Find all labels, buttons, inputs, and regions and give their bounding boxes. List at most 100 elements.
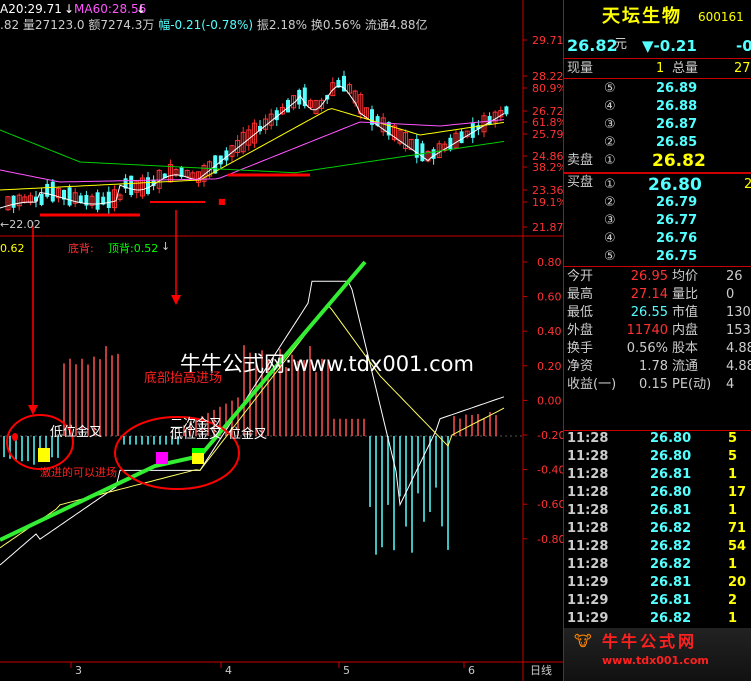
volume-row: 现量 1 总量 271 <box>567 61 751 76</box>
buy-order-row: ④ 26.76 <box>564 230 751 248</box>
tick-time: 11:29 <box>567 611 609 626</box>
tick-volume: 5 <box>728 431 738 446</box>
price-axis-label: 19.1% <box>532 196 563 209</box>
order-price: 26.89 <box>656 81 698 96</box>
order-price: 26.80 <box>648 175 702 195</box>
order-level: ② <box>604 135 616 150</box>
stat-label: 内盘 <box>672 323 699 338</box>
stat-value: 130.9 <box>726 305 751 320</box>
stat-amplitude: 振2.18% <box>256 18 308 32</box>
candle-body <box>39 193 44 206</box>
tick-time: 11:28 <box>567 521 609 536</box>
tick-volume: 1 <box>728 503 738 518</box>
stat-label: 股本 <box>672 341 699 356</box>
candle-body <box>129 175 134 196</box>
order-level: ② <box>604 195 616 210</box>
tick-price: 26.81 <box>650 593 692 608</box>
stat-price: .82 <box>0 18 20 32</box>
candle-body <box>106 191 111 208</box>
candle-body <box>431 149 436 159</box>
order-level: ③ <box>604 117 616 132</box>
stats-row: 最低 26.55 市值 130.9 <box>564 304 751 322</box>
stock-name: 天坛生物 <box>602 6 682 27</box>
order-level: ⑤ <box>604 81 616 96</box>
stat-value: 26.55 <box>630 305 668 320</box>
tick-row[interactable]: 11:28 26.81 1 <box>564 502 751 520</box>
stat-label: 最高 <box>567 287 594 302</box>
stat-label: 今开 <box>567 269 594 284</box>
stat-label: 外盘 <box>567 323 594 338</box>
divider <box>564 172 751 174</box>
tick-row[interactable]: 11:28 26.80 5 <box>564 448 751 466</box>
ma20-label: A20:29.71 <box>0 2 62 16</box>
stats-row: 最高 27.14 量比 0 <box>564 286 751 304</box>
tick-time: 11:29 <box>567 575 609 590</box>
tick-volume: 1 <box>728 467 738 482</box>
down-arrow-icon: ↓ <box>64 2 75 16</box>
current-price: 26.82 <box>567 36 618 55</box>
tick-time: 11:28 <box>567 557 609 572</box>
tick-time: 11:28 <box>567 539 609 554</box>
price-axis-label: 21.87 <box>532 221 563 234</box>
watermark-text: 牛牛公式网:www.tdx001.com <box>180 352 474 376</box>
low-marker: ←22.02 <box>0 218 41 231</box>
stat-turnover: 换0.56% <box>310 18 361 32</box>
stat-float-mv: 流通4.88亿 <box>364 18 428 32</box>
bottom-divergence-label: 底背: <box>68 242 94 255</box>
tick-row[interactable]: 11:29 26.81 20 <box>564 574 751 592</box>
logo-area: 🐮 牛牛公式网 www.tdx001.com <box>564 628 751 681</box>
indicator-axis-label: 0.80 <box>537 256 562 269</box>
tick-price: 26.81 <box>650 467 692 482</box>
indicator-axis-label: 0.20 <box>537 360 562 373</box>
down-arrow-icon-2: ↓ <box>136 2 147 16</box>
kline-chart-area[interactable]: 29.7128.2280.9%26.7261.8%25.7924.8638.2%… <box>0 0 563 681</box>
tick-row[interactable]: 11:28 26.80 5 <box>564 430 751 448</box>
order-price: 26.87 <box>656 117 698 132</box>
indicator-axis-label: -0.40 <box>537 464 563 477</box>
tick-row[interactable]: 11:29 26.81 2 <box>564 592 751 610</box>
buy-order-row: ① 26.80 2 <box>564 176 751 194</box>
buy-order-row: ② 26.79 <box>564 194 751 212</box>
price-axis-label: 29.71 <box>532 34 563 47</box>
time-axis-label: 3 <box>75 664 82 677</box>
stat-value: 4.88 <box>726 341 751 356</box>
order-price: 26.76 <box>656 231 698 246</box>
stat-value: 153 <box>726 323 751 338</box>
order-price: 26.85 <box>656 135 698 150</box>
tick-row[interactable]: 11:29 26.82 1 <box>564 610 751 628</box>
tick-time: 11:29 <box>567 593 609 608</box>
tick-volume: 54 <box>728 539 747 554</box>
tick-time: 11:28 <box>567 485 609 500</box>
tick-price: 26.80 <box>650 449 692 464</box>
tick-row[interactable]: 11:28 26.82 54 <box>564 538 751 556</box>
signal-marker-yellow <box>38 448 50 462</box>
kline-chart[interactable]: 29.7128.2280.9%26.7261.8%25.7924.8638.2%… <box>0 0 563 681</box>
ma10-line <box>0 108 505 191</box>
buy-order-row: ③ 26.77 <box>564 212 751 230</box>
stat-value: 0.56% <box>626 341 668 356</box>
stat-label: 净资 <box>567 359 594 374</box>
tick-time: 11:28 <box>567 467 609 482</box>
stat-amount: 额7274.3万 <box>88 18 155 32</box>
order-level: ① <box>604 177 616 192</box>
sell-order-row: ③ 26.87 <box>564 116 751 134</box>
candle-body <box>459 131 464 144</box>
stat-value: 0.15 <box>639 377 668 392</box>
tick-volume: 5 <box>728 449 738 464</box>
tick-volume: 20 <box>728 575 747 590</box>
logo-url: www.tdx001.com <box>602 654 709 667</box>
tick-row[interactable]: 11:28 26.80 17 <box>564 484 751 502</box>
stat-vol: 量27123.0 <box>22 18 85 32</box>
tick-row[interactable]: 11:28 26.82 1 <box>564 556 751 574</box>
candle-body <box>50 181 55 202</box>
price-change: ▼-0.21 <box>642 37 697 55</box>
tick-price: 26.81 <box>650 503 692 518</box>
period-label[interactable]: 日线 <box>530 664 552 678</box>
tick-price: 26.81 <box>650 575 692 590</box>
candle-body <box>470 123 475 138</box>
tick-row[interactable]: 11:28 26.82 71 <box>564 520 751 538</box>
stat-change: 幅-0.21(-0.78%) <box>158 18 254 32</box>
sell-order-row: ⑤ 26.89 <box>564 80 751 98</box>
arrow-head-icon <box>171 295 181 305</box>
tick-row[interactable]: 11:28 26.81 1 <box>564 466 751 484</box>
